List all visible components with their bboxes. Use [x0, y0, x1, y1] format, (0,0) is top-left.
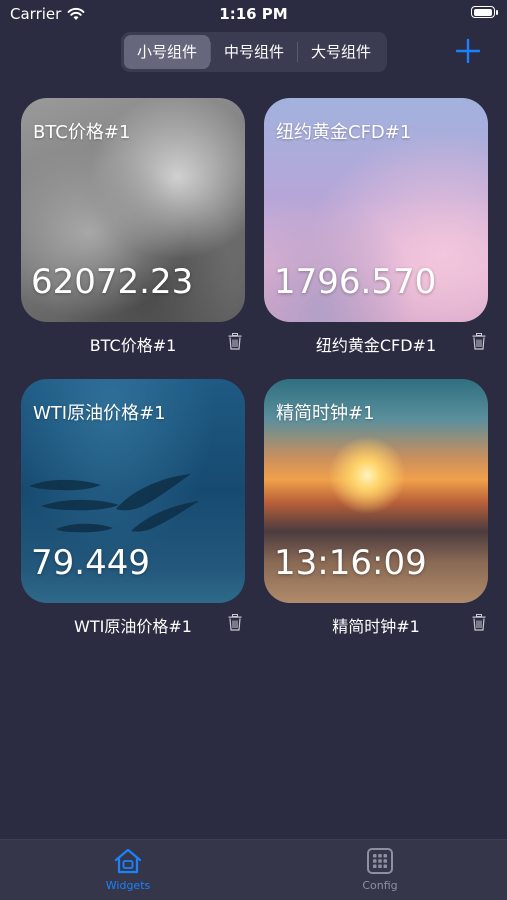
widget-value: 79.449 — [31, 543, 150, 583]
widget-card-btc[interactable]: BTC价格#1 62072.23 — [21, 98, 245, 322]
widget-label: WTI原油价格#1 — [74, 617, 192, 636]
segment-medium[interactable]: 中号组件 — [211, 35, 297, 69]
widget-label: 纽约黄金CFD#1 — [315, 336, 437, 355]
widget-card-clock[interactable]: 精简时钟#1 13:16:09 — [264, 379, 488, 603]
widget-value: 13:16:09 — [274, 543, 427, 583]
tab-config[interactable]: Config — [330, 846, 430, 892]
trash-icon[interactable] — [472, 614, 486, 631]
battery-fill — [473, 8, 492, 16]
widget-value: 1796.570 — [274, 262, 437, 302]
tab-bar: Widgets Config — [0, 839, 507, 900]
trash-icon[interactable] — [472, 333, 486, 350]
widget-size-segmented-control: 小号组件 中号组件 大号组件 — [121, 32, 387, 72]
widget-card-wti[interactable]: WTI原油价格#1 79.449 — [21, 379, 245, 603]
app-screen: Carrier 1:16 PM 小号组件 中号组件 大号组件 BTC价格#1 6… — [0, 0, 507, 900]
trash-icon[interactable] — [228, 614, 242, 631]
plus-icon[interactable] — [455, 38, 481, 64]
widget-value: 62072.23 — [31, 262, 194, 302]
widget-title: 精简时钟#1 — [276, 403, 375, 424]
widget-label: 精简时钟#1 — [332, 617, 420, 636]
tab-label: Widgets — [105, 879, 151, 892]
tab-label: Config — [362, 879, 398, 892]
widget-title: WTI原油价格#1 — [33, 403, 166, 424]
widget-label: BTC价格#1 — [89, 336, 177, 355]
widget-card-gold[interactable]: 纽约黄金CFD#1 1796.570 — [264, 98, 488, 322]
house-icon — [114, 848, 142, 874]
dolphins-illustration — [29, 474, 199, 533]
widget-title: BTC价格#1 — [33, 122, 131, 143]
widget-title: 纽约黄金CFD#1 — [276, 122, 412, 143]
tab-widgets[interactable]: Widgets — [78, 846, 178, 892]
segment-small[interactable]: 小号组件 — [124, 35, 210, 69]
segment-large[interactable]: 大号组件 — [298, 35, 384, 69]
trash-icon[interactable] — [228, 333, 242, 350]
battery-icon — [471, 6, 498, 18]
status-bar: Carrier 1:16 PM — [0, 0, 507, 28]
grid-icon — [367, 848, 393, 874]
status-time: 1:16 PM — [219, 5, 288, 23]
